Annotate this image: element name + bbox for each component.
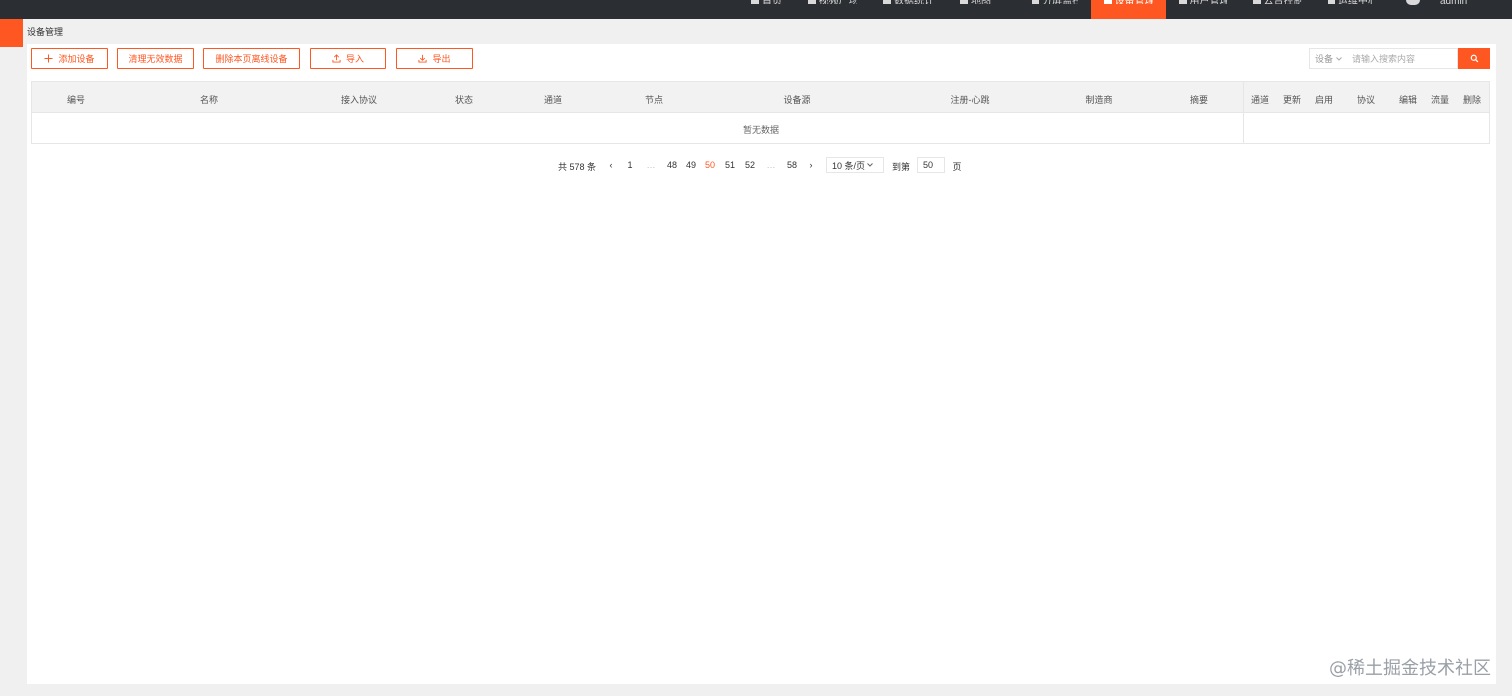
gear-icon xyxy=(1328,0,1335,4)
top-navbar: 首页 视频广场 数据统计 地图 分屏监控 设备管理 用户管理 云台控制 xyxy=(0,0,1512,19)
delete-offline-devices-button[interactable]: 删除本页离线设备 xyxy=(203,48,300,69)
pagination-page-49[interactable]: 49 xyxy=(686,160,696,170)
fixed-column-divider xyxy=(1243,82,1244,143)
nav-item-user-management[interactable]: 用户管理 xyxy=(1166,0,1240,19)
column-header-channel[interactable]: 通道 xyxy=(544,93,562,106)
page-jump-input[interactable] xyxy=(917,157,945,173)
download-icon xyxy=(418,54,428,63)
pagination-page-suffix: 页 xyxy=(952,162,962,172)
pagination-page-52[interactable]: 52 xyxy=(745,160,755,170)
pagination-prev[interactable]: ‹ xyxy=(610,160,613,170)
export-button[interactable]: 导出 xyxy=(396,48,473,69)
home-icon xyxy=(751,0,759,4)
upload-icon xyxy=(332,54,341,63)
column-header-id[interactable]: 编号 xyxy=(67,93,85,106)
import-button[interactable]: 导入 xyxy=(310,48,386,69)
scrollbar-track[interactable] xyxy=(1497,44,1512,696)
search-input[interactable] xyxy=(1348,49,1452,68)
column-header-manufacturer[interactable]: 制造商 xyxy=(1085,93,1112,106)
search-icon xyxy=(1470,54,1478,63)
pagination-page-51[interactable]: 51 xyxy=(725,160,735,170)
column-header-update[interactable]: 更新 xyxy=(1283,93,1301,106)
column-header-edit[interactable]: 编辑 xyxy=(1399,93,1417,106)
pagination-total: 共 578 条 xyxy=(557,162,597,172)
monitor-icon xyxy=(1032,0,1040,4)
breadcrumb: 设备管理 xyxy=(27,27,64,37)
nav-item-statistics[interactable]: 数据统计 xyxy=(870,0,947,19)
chevron-down-icon xyxy=(1336,56,1342,61)
column-header-protocol[interactable]: 接入协议 xyxy=(341,93,377,106)
column-header-node[interactable]: 节点 xyxy=(645,93,663,106)
device-table: 编号 名称 接入协议 状态 通道 节点 设备源 注册-心跳 制造商 摘要 通道 … xyxy=(31,81,1490,144)
import-label: 导入 xyxy=(345,54,364,64)
pagination-jump-label: 到第 xyxy=(891,162,911,172)
video-icon xyxy=(808,0,816,4)
column-header-fixed-protocol[interactable]: 协议 xyxy=(1357,93,1375,106)
chevron-down-icon xyxy=(867,163,873,167)
nav-item-home[interactable]: 首页 xyxy=(738,0,795,19)
nav-item-split-screen[interactable]: 分屏监控 xyxy=(1019,0,1091,19)
nav-item-ptz[interactable]: 云台控制 xyxy=(1240,0,1315,19)
column-header-fixed-channel[interactable]: 通道 xyxy=(1251,93,1269,106)
clean-invalid-data-button[interactable]: 清理无效数据 xyxy=(117,48,194,69)
map-pin-icon xyxy=(960,0,968,4)
column-header-summary[interactable]: 摘要 xyxy=(1190,93,1208,106)
pagination-ellipsis: … xyxy=(766,160,776,170)
watermark: @稀土掘金技术社区 xyxy=(1329,658,1491,679)
nav-item-device-management[interactable]: 设备管理 xyxy=(1091,0,1166,19)
device-icon xyxy=(1104,0,1112,4)
user-menu[interactable]: admin xyxy=(1440,0,1467,4)
column-header-status[interactable]: 状态 xyxy=(455,93,473,106)
column-header-name[interactable]: 名称 xyxy=(200,93,218,106)
page-bottom-margin xyxy=(23,684,1497,696)
search-button[interactable] xyxy=(1458,48,1490,69)
user-icon xyxy=(1179,0,1187,4)
top-nav-menu: 首页 视频广场 数据统计 地图 分屏监控 设备管理 用户管理 云台控制 xyxy=(738,0,1385,19)
bell-icon[interactable] xyxy=(1406,0,1420,5)
pagination-page-48[interactable]: 48 xyxy=(667,160,677,170)
column-header-enable[interactable]: 启用 xyxy=(1315,93,1333,106)
ptz-icon xyxy=(1253,0,1261,4)
delete-offline-devices-label: 删除本页离线设备 xyxy=(215,54,288,64)
page-size-value: 10 条/页 xyxy=(832,160,866,171)
search-type-value: 设备 xyxy=(1315,54,1334,64)
export-label: 导出 xyxy=(432,54,451,64)
page-size-select[interactable]: 10 条/页 xyxy=(826,157,884,173)
sidebar-active-indicator[interactable] xyxy=(0,19,23,47)
column-header-traffic[interactable]: 流量 xyxy=(1431,93,1449,106)
search-box: 设备 xyxy=(1309,48,1458,69)
pagination-page-58[interactable]: 58 xyxy=(787,160,797,170)
pagination: 共 578 条 ‹ 1 … 48 49 50 51 52 … 58 › 到第 页 xyxy=(0,155,1512,175)
search-type-select[interactable]: 设备 xyxy=(1310,52,1348,65)
nav-item-map[interactable]: 地图 xyxy=(947,0,1019,19)
pagination-page-current[interactable]: 50 xyxy=(705,160,715,170)
pagination-ellipsis: … xyxy=(646,160,656,170)
pagination-page-1[interactable]: 1 xyxy=(627,160,632,170)
add-device-label: 添加设备 xyxy=(58,54,95,64)
left-sidebar xyxy=(0,19,23,696)
column-header-delete[interactable]: 删除 xyxy=(1463,93,1481,106)
nav-item-ops[interactable]: 运维中心 xyxy=(1315,0,1385,19)
table-header xyxy=(32,82,1489,113)
clean-invalid-data-label: 清理无效数据 xyxy=(128,54,183,64)
nav-item-video-square[interactable]: 视频广场 xyxy=(795,0,870,19)
pagination-next[interactable]: › xyxy=(810,160,813,170)
column-header-register-heartbeat[interactable]: 注册-心跳 xyxy=(951,93,990,106)
column-header-device-source[interactable]: 设备源 xyxy=(783,93,810,106)
add-device-button[interactable]: 添加设备 xyxy=(31,48,108,69)
chart-icon xyxy=(883,0,891,4)
table-empty-message: 暂无数据 xyxy=(742,125,780,135)
plus-icon xyxy=(44,54,54,63)
